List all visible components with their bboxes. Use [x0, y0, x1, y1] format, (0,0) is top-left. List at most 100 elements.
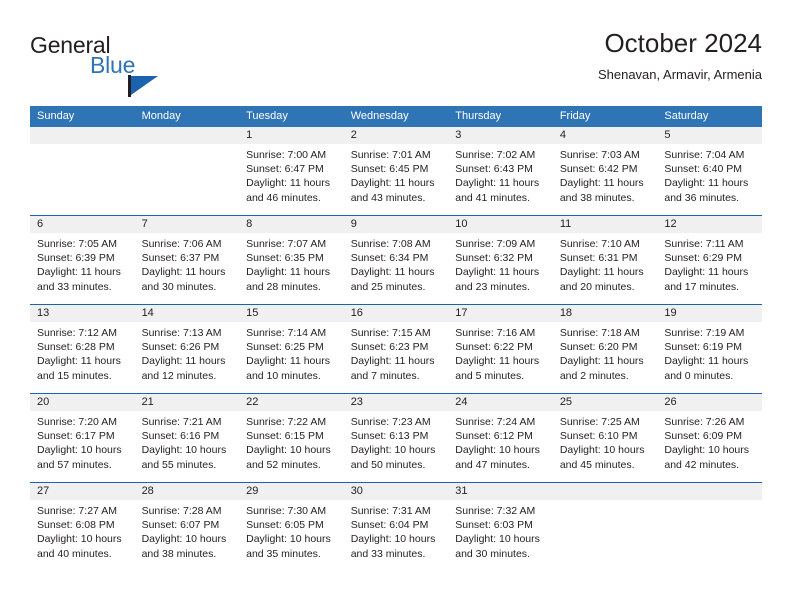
- day-details: Sunrise: 7:13 AM Sunset: 6:26 PM Daylight:…: [135, 322, 240, 383]
- calendar-day-cell: [657, 482, 762, 571]
- logo-text-blue: Blue: [90, 52, 136, 78]
- calendar-day-cell[interactable]: 16 Sunrise: 7:15 AM Sunset: 6:23 PM Dayligh…: [343, 304, 449, 394]
- day-number: 11: [552, 216, 658, 233]
- sunset-text: Sunset: 6:09 PM: [664, 430, 743, 443]
- calendar-day-cell[interactable]: 3 Sunrise: 7:02 AM Sunset: 6:43 PM Daylight…: [448, 127, 553, 216]
- day-number: 22: [239, 394, 344, 411]
- day-number: 5: [657, 127, 762, 144]
- calendar-day-cell[interactable]: 23 Sunrise: 7:23 AM Sunset: 6:13 PM Dayligh…: [343, 393, 449, 483]
- sunset-text: Sunset: 6:28 PM: [37, 341, 115, 354]
- general-blue-logo[interactable]: General Blue: [30, 32, 200, 97]
- calendar-day-cell[interactable]: 6 Sunrise: 7:05 AM Sunset: 6:39 PM Daylight…: [30, 215, 135, 305]
- calendar-week-row: 6 Sunrise: 7:05 AM Sunset: 6:39 PM Daylight…: [30, 215, 762, 305]
- calendar-day-cell[interactable]: 30 Sunrise: 7:31 AM Sunset: 6:04 PM Dayligh…: [343, 482, 449, 571]
- calendar-day-cell[interactable]: 18 Sunrise: 7:18 AM Sunset: 6:20 PM Dayligh…: [552, 304, 658, 394]
- calendar-day-cell[interactable]: 15 Sunrise: 7:14 AM Sunset: 6:25 PM Dayligh…: [239, 304, 344, 394]
- calendar-day-cell[interactable]: 21 Sunrise: 7:21 AM Sunset: 6:16 PM Dayligh…: [134, 393, 240, 483]
- calendar-day-cell[interactable]: 27 Sunrise: 7:27 AM Sunset: 6:08 PM Dayligh…: [30, 482, 135, 571]
- day-number: 9: [343, 216, 449, 233]
- calendar-day-cell[interactable]: 2 Sunrise: 7:01 AM Sunset: 6:45 PM Daylight…: [343, 127, 449, 216]
- day-details: Sunrise: 7:09 AM Sunset: 6:32 PM Daylight:…: [448, 233, 553, 294]
- daylight-text: Daylight: 11 hours and 25 minutes.: [350, 266, 435, 293]
- day-number: 30: [343, 483, 449, 500]
- day-cell-body: 2 Sunrise: 7:01 AM Sunset: 6:45 PM Daylight…: [343, 127, 449, 215]
- sunrise-text: Sunrise: 7:10 AM: [559, 238, 640, 250]
- calendar-day-cell[interactable]: 7 Sunrise: 7:06 AM Sunset: 6:37 PM Daylight…: [134, 215, 240, 305]
- calendar-grid: Sunday Monday Tuesday Wednesday Thursday…: [30, 106, 762, 571]
- calendar-day-cell[interactable]: 14 Sunrise: 7:13 AM Sunset: 6:26 PM Dayligh…: [134, 304, 240, 394]
- sunrise-text: Sunrise: 7:27 AM: [37, 505, 117, 517]
- daylight-text: Daylight: 10 hours and 50 minutes.: [350, 444, 436, 471]
- calendar-day-cell: [134, 127, 240, 216]
- calendar-day-cell[interactable]: 4 Sunrise: 7:03 AM Sunset: 6:42 PM Daylight…: [552, 127, 658, 216]
- day-details: Sunrise: 7:28 AM Sunset: 6:07 PM Daylight:…: [135, 500, 240, 561]
- calendar-day-cell[interactable]: 5 Sunrise: 7:04 AM Sunset: 6:40 PM Daylight…: [657, 127, 762, 216]
- daylight-text: Daylight: 10 hours and 45 minutes.: [559, 444, 645, 471]
- day-number: [657, 483, 762, 500]
- calendar-day-cell[interactable]: 20 Sunrise: 7:20 AM Sunset: 6:17 PM Dayligh…: [30, 393, 135, 483]
- day-number: 28: [134, 483, 240, 500]
- calendar-day-cell[interactable]: 28 Sunrise: 7:28 AM Sunset: 6:07 PM Dayligh…: [134, 482, 240, 571]
- day-number: 10: [448, 216, 553, 233]
- calendar-day-cell[interactable]: 26 Sunrise: 7:26 AM Sunset: 6:09 PM Dayligh…: [657, 393, 762, 483]
- sunset-text: Sunset: 6:37 PM: [141, 252, 220, 265]
- sunrise-text: Sunrise: 7:31 AM: [350, 505, 431, 517]
- calendar-day-cell[interactable]: 1 Sunrise: 7:00 AM Sunset: 6:47 PM Daylight…: [239, 127, 344, 216]
- day-cell-body: 3 Sunrise: 7:02 AM Sunset: 6:43 PM Daylight…: [448, 127, 553, 215]
- weekday-header-thursday: Thursday: [448, 106, 553, 127]
- sunrise-text: Sunrise: 7:20 AM: [37, 416, 117, 428]
- sunrise-text: Sunrise: 7:19 AM: [664, 327, 745, 339]
- calendar-day-cell[interactable]: 8 Sunrise: 7:07 AM Sunset: 6:35 PM Daylight…: [239, 215, 344, 305]
- sunset-text: Sunset: 6:42 PM: [559, 163, 638, 176]
- day-details: Sunrise: 7:01 AM Sunset: 6:45 PM Daylight:…: [344, 144, 449, 205]
- daylight-text: Daylight: 11 hours and 10 minutes.: [246, 355, 330, 382]
- sunset-text: Sunset: 6:15 PM: [246, 430, 324, 443]
- day-cell-body: 22 Sunrise: 7:22 AM Sunset: 6:15 PM Dayligh…: [239, 394, 344, 482]
- day-number: [30, 127, 135, 144]
- day-number: 29: [239, 483, 344, 500]
- daylight-text: Daylight: 10 hours and 38 minutes.: [141, 533, 227, 560]
- calendar-day-cell[interactable]: 13 Sunrise: 7:12 AM Sunset: 6:28 PM Dayligh…: [30, 304, 135, 394]
- sunrise-text: Sunrise: 7:03 AM: [559, 149, 640, 161]
- day-number: [134, 127, 240, 144]
- day-cell-body: 21 Sunrise: 7:21 AM Sunset: 6:16 PM Dayligh…: [134, 394, 240, 482]
- calendar-day-cell[interactable]: 25 Sunrise: 7:25 AM Sunset: 6:10 PM Dayligh…: [552, 393, 658, 483]
- day-details: Sunrise: 7:16 AM Sunset: 6:22 PM Daylight:…: [448, 322, 553, 383]
- daylight-text: Daylight: 11 hours and 41 minutes.: [455, 177, 540, 204]
- sunset-text: Sunset: 6:16 PM: [141, 430, 220, 443]
- day-details: Sunrise: 7:27 AM Sunset: 6:08 PM Daylight:…: [30, 500, 135, 561]
- day-cell-body: 14 Sunrise: 7:13 AM Sunset: 6:26 PM Dayligh…: [134, 305, 240, 393]
- weekday-header-tuesday: Tuesday: [239, 106, 344, 127]
- daylight-text: Daylight: 11 hours and 2 minutes.: [559, 355, 644, 382]
- day-details: Sunrise: 7:02 AM Sunset: 6:43 PM Daylight:…: [448, 144, 553, 205]
- day-details: Sunrise: 7:32 AM Sunset: 6:03 PM Daylight:…: [448, 500, 553, 561]
- weekday-header-wednesday: Wednesday: [343, 106, 449, 127]
- weekday-header-monday: Monday: [134, 106, 240, 127]
- daylight-text: Daylight: 11 hours and 5 minutes.: [455, 355, 540, 382]
- calendar-day-cell[interactable]: 12 Sunrise: 7:11 AM Sunset: 6:29 PM Dayligh…: [657, 215, 762, 305]
- calendar-day-cell[interactable]: 22 Sunrise: 7:22 AM Sunset: 6:15 PM Dayligh…: [239, 393, 344, 483]
- day-details: Sunrise: 7:06 AM Sunset: 6:37 PM Daylight:…: [135, 233, 240, 294]
- sunrise-text: Sunrise: 7:08 AM: [350, 238, 431, 250]
- calendar-day-cell[interactable]: 11 Sunrise: 7:10 AM Sunset: 6:31 PM Dayligh…: [552, 215, 658, 305]
- calendar-day-cell[interactable]: 17 Sunrise: 7:16 AM Sunset: 6:22 PM Dayligh…: [448, 304, 553, 394]
- day-details: Sunrise: 7:18 AM Sunset: 6:20 PM Daylight:…: [553, 322, 658, 383]
- day-cell-body: 24 Sunrise: 7:24 AM Sunset: 6:12 PM Dayligh…: [448, 394, 553, 482]
- day-cell-body: 25 Sunrise: 7:25 AM Sunset: 6:10 PM Dayligh…: [552, 394, 658, 482]
- day-number: 4: [552, 127, 658, 144]
- calendar-day-cell[interactable]: 19 Sunrise: 7:19 AM Sunset: 6:19 PM Dayligh…: [657, 304, 762, 394]
- calendar-day-cell[interactable]: 24 Sunrise: 7:24 AM Sunset: 6:12 PM Dayligh…: [448, 393, 553, 483]
- day-cell-body: 27 Sunrise: 7:27 AM Sunset: 6:08 PM Dayligh…: [30, 483, 135, 571]
- sunset-text: Sunset: 6:10 PM: [559, 430, 638, 443]
- title-block: October 2024 Shenavan, Armavir, Armenia: [598, 28, 762, 84]
- calendar-day-cell[interactable]: 10 Sunrise: 7:09 AM Sunset: 6:32 PM Dayligh…: [448, 215, 553, 305]
- day-cell-body: [134, 127, 240, 215]
- sunrise-text: Sunrise: 7:07 AM: [246, 238, 327, 250]
- calendar-day-cell: [552, 482, 658, 571]
- calendar-day-cell[interactable]: 9 Sunrise: 7:08 AM Sunset: 6:34 PM Daylight…: [343, 215, 449, 305]
- day-number: 19: [657, 305, 762, 322]
- daylight-text: Daylight: 11 hours and 20 minutes.: [559, 266, 644, 293]
- day-details: Sunrise: 7:24 AM Sunset: 6:12 PM Daylight:…: [448, 411, 553, 472]
- calendar-day-cell[interactable]: 29 Sunrise: 7:30 AM Sunset: 6:05 PM Dayligh…: [239, 482, 344, 571]
- calendar-day-cell[interactable]: 31 Sunrise: 7:32 AM Sunset: 6:03 PM Dayligh…: [448, 482, 553, 571]
